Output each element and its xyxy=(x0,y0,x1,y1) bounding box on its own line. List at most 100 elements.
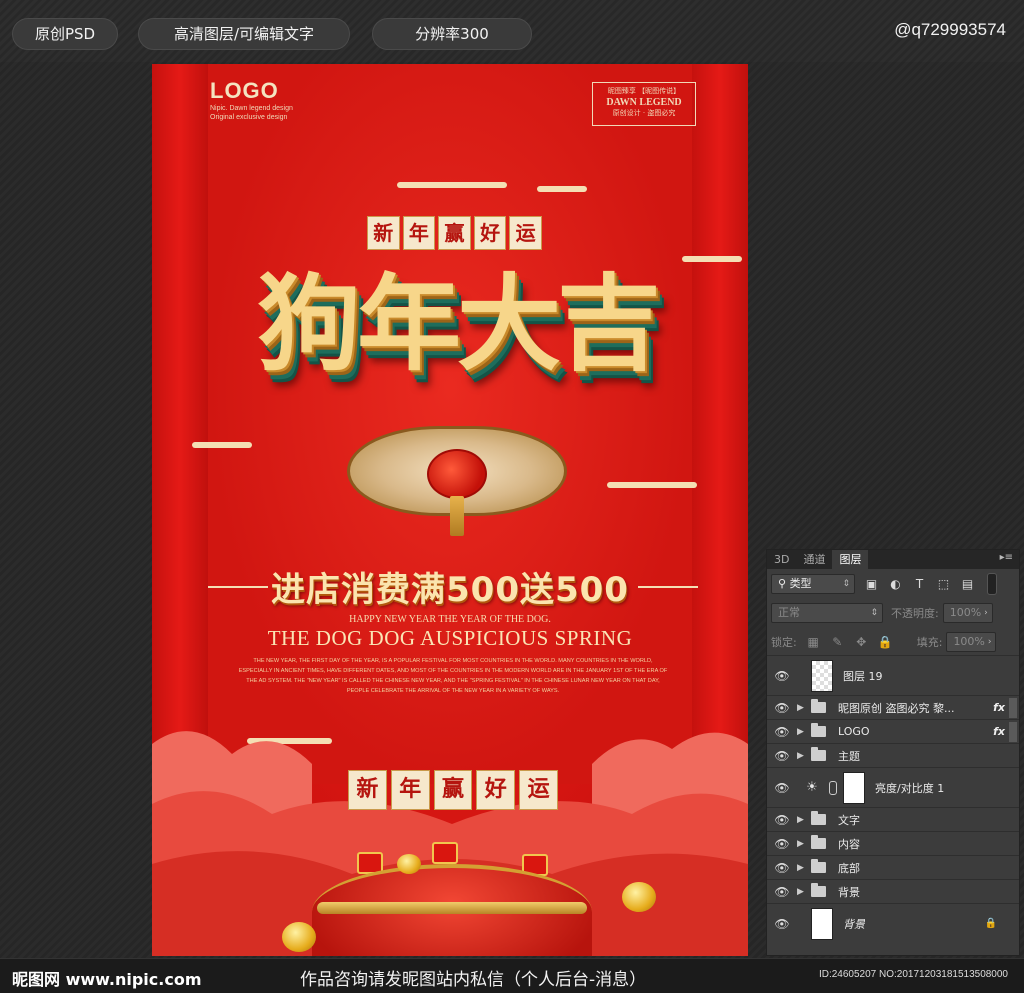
gift-box-icon xyxy=(432,842,458,864)
scrollbar-thumb[interactable] xyxy=(1009,697,1017,718)
site-watermark: 昵图网 www.nipic.com xyxy=(12,970,202,989)
cloud-stroke xyxy=(607,482,697,488)
panel-menu-icon[interactable]: ▸≡ xyxy=(1000,552,1013,563)
visibility-eye-icon[interactable]: 👁 xyxy=(767,749,797,763)
fx-icon[interactable]: fx xyxy=(993,701,1005,714)
layer-row[interactable]: 👁 ▶ LOGO fx xyxy=(767,719,1019,743)
fill-label: 填充: xyxy=(916,635,943,649)
slogan-seals-bottom: 新 年 赢 好 运 xyxy=(348,770,558,810)
promo-text: 进店消费满500送500 xyxy=(271,570,629,610)
visibility-eye-icon[interactable]: 👁 xyxy=(767,701,797,715)
lock-move-icon[interactable]: ✥ xyxy=(854,634,869,649)
layer-row[interactable]: 👁 ▶ 内容 xyxy=(767,831,1019,855)
link-icon[interactable] xyxy=(829,780,837,795)
lock-icon: 🔒 xyxy=(984,918,997,929)
blend-row: 正常 ⇕ 不透明度: 100% › xyxy=(767,598,1019,627)
cloud-stroke xyxy=(397,182,507,188)
money-bag-band xyxy=(317,902,587,914)
layer-row[interactable]: 👁 图层 19 xyxy=(767,655,1019,695)
folder-icon xyxy=(811,723,826,737)
filter-pixel-icon[interactable]: ▣ xyxy=(864,576,879,591)
filter-kind-select[interactable]: ⚲ 类型 ⇕ xyxy=(771,573,855,594)
expand-caret-icon[interactable]: ▶ xyxy=(797,887,811,897)
layer-name: LOGO xyxy=(838,725,870,738)
gold-coin-icon xyxy=(622,882,656,912)
poster-canvas: LOGO Nipic. Dawn legend design Original … xyxy=(152,64,748,956)
tag-original-psd: 原创PSD xyxy=(12,18,118,50)
expand-caret-icon[interactable]: ▶ xyxy=(797,839,811,849)
lock-all-icon[interactable]: 🔒 xyxy=(878,634,893,649)
lock-transparent-icon[interactable]: ▦ xyxy=(806,634,821,649)
layer-thumbnail xyxy=(811,907,833,940)
visibility-eye-icon[interactable]: 👁 xyxy=(767,781,797,795)
brightness-icon: ☀ xyxy=(806,780,818,795)
layer-row[interactable]: 👁 ▶ 昵图原创 盗图必究 黎... fx xyxy=(767,695,1019,719)
expand-caret-icon[interactable]: ▶ xyxy=(797,727,811,737)
seal-char: 赢 xyxy=(433,770,473,810)
tab-3d[interactable]: 3D xyxy=(767,550,796,569)
lock-row: 锁定: ▦ ✎ ✥ 🔒 填充: 100% › xyxy=(767,627,1019,656)
layer-row[interactable]: 👁 ☀ 亮度/对比度 1 xyxy=(767,767,1019,807)
fx-icon[interactable]: fx xyxy=(993,725,1005,738)
visibility-eye-icon[interactable]: 👁 xyxy=(767,813,797,827)
filter-row: ⚲ 类型 ⇕ ▣ ◐ T ⬚ ▤ xyxy=(767,569,1019,598)
expand-caret-icon[interactable]: ▶ xyxy=(797,815,811,825)
opacity-input[interactable]: 100% › xyxy=(942,602,993,623)
layer-row[interactable]: 👁 ▶ 背景 xyxy=(767,879,1019,903)
filter-toggle[interactable] xyxy=(987,572,997,595)
seal-char: 年 xyxy=(390,770,430,810)
visibility-eye-icon[interactable]: 👁 xyxy=(767,885,797,899)
filter-smart-object-icon[interactable]: ▤ xyxy=(960,576,975,591)
expand-caret-icon[interactable]: ▶ xyxy=(797,703,811,713)
visibility-eye-icon[interactable]: 👁 xyxy=(767,669,797,683)
fill-input[interactable]: 100% › xyxy=(946,631,997,652)
layer-name: 文字 xyxy=(838,813,860,827)
layer-row[interactable]: 👁 背景 🔒 xyxy=(767,903,1019,943)
expand-caret-icon[interactable]: ▶ xyxy=(797,863,811,873)
filter-type-icon[interactable]: T xyxy=(912,576,927,591)
poster-logo-sub: Nipic. Dawn legend design Original exclu… xyxy=(210,104,293,122)
poster-logo: LOGO xyxy=(210,78,279,103)
brand-stamp-line: 昵图臻享 【昵图传说】 xyxy=(607,87,681,95)
top-bar: 原创PSD 高清图层/可编辑文字 分辨率300 @q729993574 xyxy=(0,0,1024,62)
chevron-updown-icon: ⇕ xyxy=(870,607,878,618)
folder-icon xyxy=(811,811,826,825)
layer-name: 内容 xyxy=(838,837,860,851)
seal-char: 运 xyxy=(519,770,558,810)
folder-icon xyxy=(811,859,826,873)
bottom-bar: 昵图网 www.nipic.com 作品咨询请发昵图站内私信（个人后台-消息） … xyxy=(0,958,1024,993)
visibility-eye-icon[interactable]: 👁 xyxy=(767,861,797,875)
brand-stamp-line: 原创设计 · 盗图必究 xyxy=(612,109,676,117)
chevron-right-icon: › xyxy=(987,636,992,647)
opacity-label: 不透明度: xyxy=(891,606,939,620)
tab-channels[interactable]: 通道 xyxy=(796,550,832,569)
lock-brush-icon[interactable]: ✎ xyxy=(830,634,845,649)
english-paragraph: THE NEW YEAR, THE FIRST DAY OF THE YEAR,… xyxy=(238,658,668,694)
layer-name: 背景 xyxy=(843,917,865,931)
visibility-eye-icon[interactable]: 👁 xyxy=(767,917,797,931)
folder-icon xyxy=(811,747,826,761)
layer-name: 昵图原创 盗图必究 黎... xyxy=(838,701,955,715)
blend-mode-select[interactable]: 正常 ⇕ xyxy=(771,602,883,623)
blend-mode-value: 正常 xyxy=(778,605,800,619)
author-handle: @q729993574 xyxy=(894,20,1006,39)
visibility-eye-icon[interactable]: 👁 xyxy=(767,725,797,739)
layer-thumbnail xyxy=(811,659,833,692)
opacity-value: 100% xyxy=(949,605,982,619)
layer-row[interactable]: 👁 ▶ 底部 xyxy=(767,855,1019,879)
filter-shape-icon[interactable]: ⬚ xyxy=(936,576,951,591)
tab-layers[interactable]: 图层 xyxy=(832,550,869,569)
filter-adjustment-icon[interactable]: ◐ xyxy=(888,576,903,591)
brand-stamp-title: DAWN LEGEND xyxy=(606,97,682,108)
expand-caret-icon[interactable]: ▶ xyxy=(797,751,811,761)
visibility-eye-icon[interactable]: 👁 xyxy=(767,837,797,851)
english-tagline-large: THE DOG DOG AUSPICIOUS SPRING xyxy=(267,626,633,650)
layer-name: 背景 xyxy=(838,885,860,899)
scrollbar-thumb[interactable] xyxy=(1009,721,1017,742)
layers-panel: 3D 通道 图层 ▸≡ ⚲ 类型 ⇕ ▣ ◐ T ⬚ ▤ 正常 ⇕ 不透明度: … xyxy=(766,549,1020,956)
layer-name: 底部 xyxy=(838,861,860,875)
layer-row[interactable]: 👁 ▶ 主题 xyxy=(767,743,1019,767)
layer-row[interactable]: 👁 ▶ 文字 xyxy=(767,807,1019,831)
seal-char: 好 xyxy=(476,770,516,810)
lock-label: 锁定: xyxy=(771,635,797,649)
